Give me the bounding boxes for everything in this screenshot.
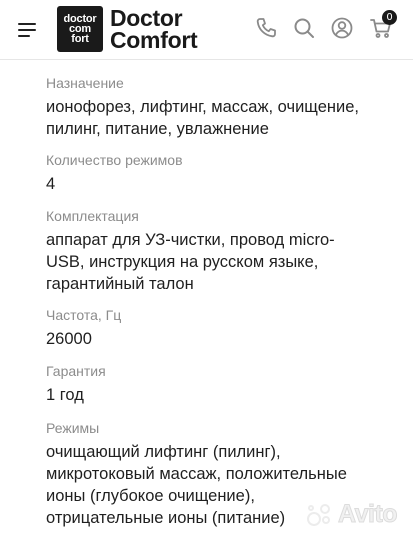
phone-icon[interactable] [253, 15, 279, 41]
spec-value-line: 26000 [46, 330, 92, 348]
spec-value: аппарат для УЗ-чистки, провод micro- USB… [46, 229, 386, 295]
logo-mark-line: fort [71, 33, 89, 45]
spec-value-line: очищающий лифтинг (пилинг), [46, 443, 281, 461]
logo-mark: doctor com fort [57, 6, 103, 52]
spec-value-line: 1 год [46, 386, 84, 404]
spec-value: 4 [46, 173, 386, 195]
spec-item: Частота, Гц 26000 [46, 306, 386, 350]
spec-value-line: ионофорез, лифтинг, массаж, очищение, [46, 98, 359, 116]
spec-label: Комплектация [46, 208, 139, 224]
spec-value: 26000 [46, 328, 386, 350]
site-header: doctor com fort Doctor Comfort 0 [0, 0, 413, 60]
spec-value: ионофорез, лифтинг, массаж, очищение, пи… [46, 96, 386, 140]
watermark-text: Avito [337, 500, 398, 529]
spec-label: Назначение [46, 75, 124, 91]
brand-logo[interactable]: doctor com fort Doctor Comfort [57, 5, 198, 53]
spec-value-line: гарантийный талон [46, 275, 194, 293]
spec-value-line: пилинг, питание, увлажнение [46, 120, 269, 138]
spec-label: Гарантия [46, 363, 106, 379]
spec-label: Частота, Гц [46, 307, 122, 323]
spec-item: Комплектация аппарат для УЗ-чистки, пров… [46, 207, 386, 295]
spec-label: Режимы [46, 420, 100, 436]
spec-value-line: USB, инструкция на русском языке, [46, 253, 319, 271]
spec-item: Количество режимов 4 [46, 151, 386, 195]
logo-wordmark: Doctor Comfort [110, 5, 198, 53]
spec-item: Гарантия 1 год [46, 362, 386, 406]
search-icon[interactable] [291, 15, 317, 41]
logo-word: Comfort [110, 27, 198, 53]
spec-value-line: 4 [46, 175, 56, 193]
spec-value-line: микротоковый массаж, положительные [46, 465, 347, 483]
avito-watermark: Avito [305, 500, 398, 529]
cart-icon[interactable]: 0 [368, 10, 397, 41]
spec-label: Количество режимов [46, 152, 183, 168]
avito-dots-icon [305, 502, 335, 528]
spec-item: Назначение ионофорез, лифтинг, массаж, о… [46, 74, 386, 140]
spec-value: 1 год [46, 384, 386, 406]
cart-count-badge: 0 [382, 10, 397, 25]
spec-value-line: аппарат для УЗ-чистки, провод micro- [46, 231, 335, 249]
logo-word: Doctor [110, 5, 183, 31]
menu-icon[interactable] [18, 20, 38, 38]
user-icon[interactable] [329, 15, 355, 41]
